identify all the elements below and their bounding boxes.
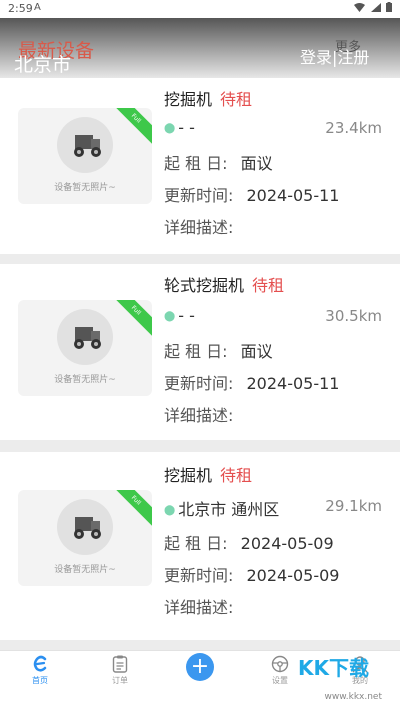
clipboard-icon — [112, 655, 128, 673]
updated-label: 更新时间: — [164, 186, 234, 205]
listing-card[interactable]: 设备暂无照片~ Full 轮式挖掘机 待租 ⬤ - - 30.5km 起 租 日: … — [0, 264, 400, 440]
detail-label: 详细描述: — [164, 406, 234, 425]
listing-distance: 23.4km — [325, 119, 382, 137]
login-link[interactable]: 登录 — [300, 48, 332, 67]
register-link[interactable]: 注册 — [337, 48, 369, 67]
equipment-thumbnail: 设备暂无照片~ Full — [18, 490, 152, 586]
equipment-thumbnail: 设备暂无照片~ Full — [18, 108, 152, 204]
photo-placeholder-caption: 设备暂无照片~ — [54, 375, 116, 385]
apk-notification-icon: A — [34, 2, 41, 13]
photo-placeholder-caption: 设备暂无照片~ — [54, 565, 116, 575]
tab-orders[interactable]: 订单 — [95, 655, 145, 686]
detail-row: 详细描述: — [164, 402, 233, 426]
location-text: - - — [178, 118, 195, 137]
wifi-icon — [354, 3, 365, 12]
start-date-label: 起 租 日: — [164, 342, 228, 361]
listing-title: 轮式挖掘机 待租 — [164, 272, 284, 296]
equipment-name: 轮式挖掘机 — [164, 276, 245, 295]
header-overlay: 最新设备 北京市 更多 登录|注册 — [0, 18, 400, 80]
location-pin-icon: ⬤ — [164, 123, 176, 134]
detail-row: 详细描述: — [164, 594, 233, 618]
status-time: 2:59 — [8, 2, 33, 15]
start-date-row: 起 租 日: 面议 — [164, 338, 273, 362]
start-date-value: 面议 — [240, 154, 273, 173]
equipment-thumbnail: 设备暂无照片~ Full — [18, 300, 152, 396]
rent-status: 待租 — [252, 276, 285, 295]
updated-value: 2024-05-09 — [246, 566, 340, 585]
city-selector[interactable]: 北京市 — [14, 50, 71, 77]
start-date-value: 2024-05-09 — [240, 534, 334, 553]
signal-icon — [370, 3, 381, 12]
add-listing-button[interactable]: + — [186, 653, 214, 681]
battery-icon — [386, 2, 392, 12]
equipment-name: 挖掘机 — [164, 466, 213, 485]
updated-label: 更新时间: — [164, 374, 234, 393]
truck-icon — [74, 135, 101, 157]
updated-row: 更新时间: 2024-05-09 — [164, 562, 339, 586]
start-date-label: 起 租 日: — [164, 534, 228, 553]
home-e-icon — [33, 655, 47, 672]
auth-links: 登录|注册 — [300, 44, 369, 68]
plus-icon: + — [190, 654, 210, 679]
updated-label: 更新时间: — [164, 566, 234, 585]
listing-title: 挖掘机 待租 — [164, 86, 252, 110]
rent-status: 待租 — [220, 90, 253, 109]
start-date-label: 起 租 日: — [164, 154, 228, 173]
tab-orders-label: 订单 — [112, 676, 128, 685]
location-pin-icon: ⬤ — [164, 311, 176, 322]
listing-location: ⬤ 北京市 通州区 — [164, 496, 279, 520]
status-right-icons — [354, 2, 392, 15]
listing-card[interactable]: 设备暂无照片~ Full 挖掘机 待租 ⬤ 北京市 通州区 29.1km 起 租 日… — [0, 452, 400, 640]
updated-row: 更新时间: 2024-05-11 — [164, 182, 339, 206]
detail-label: 详细描述: — [164, 218, 234, 237]
listing-location: ⬤ - - — [164, 306, 195, 325]
updated-row: 更新时间: 2024-05-11 — [164, 370, 339, 394]
watermark-logo: KK下载 — [298, 652, 390, 692]
status-bar: 2:59 A — [0, 0, 400, 18]
tab-home-label: 首页 — [32, 676, 48, 685]
listing-title: 挖掘机 待租 — [164, 462, 252, 486]
tab-home[interactable]: 首页 — [15, 655, 65, 686]
truck-icon — [74, 517, 101, 539]
location-text: - - — [178, 306, 195, 325]
detail-label: 详细描述: — [164, 598, 234, 617]
listing-card[interactable]: 设备暂无照片~ Full 挖掘机 待租 ⬤ - - 23.4km 起 租 日: 面议… — [0, 78, 400, 254]
photo-placeholder-caption: 设备暂无照片~ — [54, 183, 116, 193]
location-pin-icon: ⬤ — [164, 505, 176, 516]
ribbon-badge: Full — [110, 490, 152, 527]
ribbon-badge: Full — [110, 108, 152, 145]
truck-icon — [74, 327, 101, 349]
ribbon-badge: Full — [110, 300, 152, 337]
updated-value: 2024-05-11 — [246, 186, 340, 205]
listing-location: ⬤ - - — [164, 118, 195, 137]
rent-status: 待租 — [220, 466, 253, 485]
start-date-row: 起 租 日: 面议 — [164, 150, 273, 174]
steering-wheel-icon — [271, 655, 289, 673]
start-date-row: 起 租 日: 2024-05-09 — [164, 530, 334, 554]
equipment-name: 挖掘机 — [164, 90, 213, 109]
watermark-url: www.kkx.net — [324, 692, 383, 702]
listing-distance: 30.5km — [325, 307, 382, 325]
start-date-value: 面议 — [240, 342, 273, 361]
detail-row: 详细描述: — [164, 214, 233, 238]
location-text: 北京市 通州区 — [178, 500, 280, 519]
watermark-text: KK下载 — [298, 656, 369, 680]
updated-value: 2024-05-11 — [246, 374, 340, 393]
listing-distance: 29.1km — [325, 497, 382, 515]
